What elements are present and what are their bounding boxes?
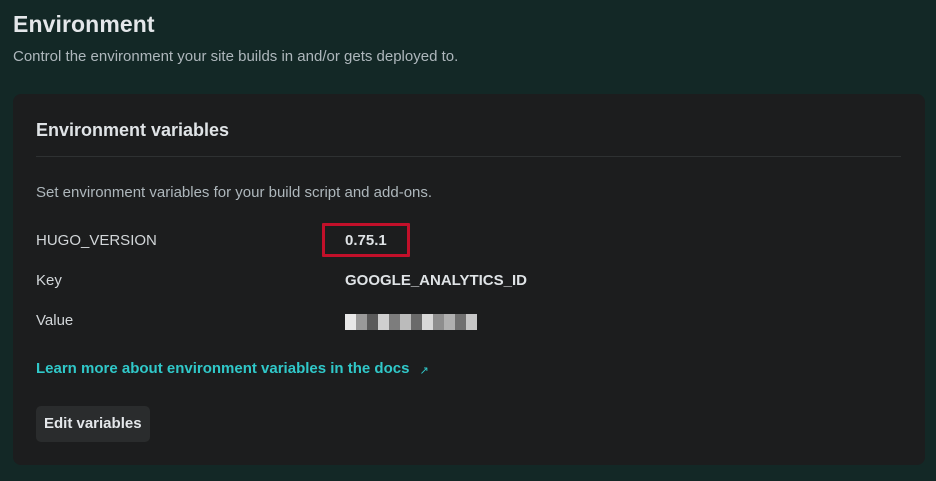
card-description: Set environment variables for your build… (36, 184, 433, 201)
external-link-arrow-icon: ↗ (419, 365, 429, 377)
var-label-key: Key (36, 272, 62, 289)
var-value-key: GOOGLE_ANALYTICS_ID (345, 272, 527, 289)
var-label-value: Value (36, 312, 74, 329)
env-variables-card: Environment variables Set environment va… (13, 94, 925, 465)
edit-variables-button[interactable]: Edit variables (36, 406, 150, 442)
docs-link[interactable]: Learn more about environment variables i… (36, 360, 429, 377)
card-divider (36, 156, 901, 157)
docs-link-label[interactable]: Learn more about environment variables i… (36, 360, 409, 377)
redacted-value (345, 314, 477, 330)
page-title: Environment (13, 11, 155, 37)
var-label-hugo-version: HUGO_VERSION (36, 232, 157, 249)
page-subtitle: Control the environment your site builds… (13, 48, 459, 65)
highlight-annotation-box (322, 223, 410, 257)
card-title: Environment variables (36, 120, 230, 140)
